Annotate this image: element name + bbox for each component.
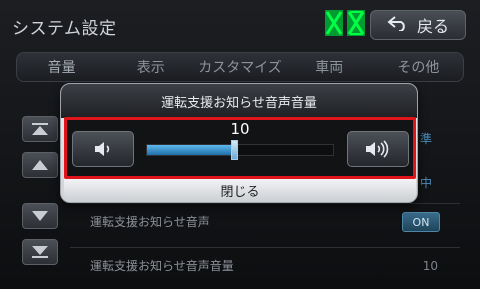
- volume-down-button[interactable]: [72, 131, 134, 167]
- tab-other[interactable]: その他: [374, 53, 463, 81]
- row-label: 運転支援お知らせ音声: [90, 215, 210, 229]
- back-arrow-icon: [387, 15, 409, 35]
- volume-up-button[interactable]: [347, 131, 409, 167]
- close-button[interactable]: 閉じる: [64, 179, 416, 201]
- up-icon: [32, 160, 48, 170]
- list-peek-value: 準: [420, 132, 433, 146]
- page-bottom-icon: [32, 246, 48, 258]
- back-button[interactable]: 戻る: [370, 10, 466, 40]
- page-top-icon: [32, 123, 48, 135]
- scroll-down-button[interactable]: [22, 203, 58, 229]
- page-top-button[interactable]: [22, 116, 58, 142]
- list-row-notify-voice[interactable]: 運転支援お知らせ音声 ON: [70, 203, 460, 239]
- tab-customize[interactable]: カスタマイズ: [195, 53, 284, 81]
- settings-screen: システム設定 戻る 音量 表示 カスタマイズ 車両 その他 準 中 運転支援お知…: [0, 0, 480, 289]
- on-badge: ON: [402, 212, 440, 232]
- page-bottom-button[interactable]: [22, 239, 58, 265]
- tab-volume[interactable]: 音量: [17, 53, 106, 81]
- row-value: 10: [422, 258, 438, 273]
- volume-slider-knob[interactable]: [231, 140, 239, 160]
- scroll-up-button[interactable]: [22, 152, 58, 178]
- row-label: 運転支援お知らせ音声音量: [90, 259, 234, 273]
- volume-slider-track[interactable]: [146, 144, 334, 156]
- list-peek-value: 中: [420, 176, 433, 190]
- tab-display[interactable]: 表示: [106, 53, 195, 81]
- speaker-high-icon: [366, 140, 389, 158]
- tab-vehicle[interactable]: 車両: [285, 53, 374, 81]
- category-tabs: 音量 表示 カスタマイズ 車両 その他: [16, 52, 464, 82]
- volume-value: 10: [230, 120, 250, 138]
- dialog-title: 運転支援お知らせ音声音量: [61, 84, 417, 118]
- speaker-low-icon: [95, 142, 110, 156]
- back-label: 戻る: [416, 17, 449, 36]
- volume-slider-fill: [147, 145, 236, 155]
- list-row-notify-volume[interactable]: 運転支援お知らせ音声音量 10: [70, 247, 460, 283]
- page-title: システム設定: [12, 19, 117, 39]
- down-icon: [32, 211, 48, 221]
